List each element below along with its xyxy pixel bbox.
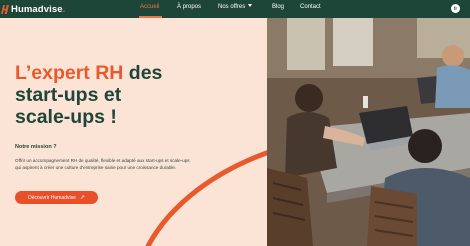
discover-button[interactable]: Découvrir Humadvise ↗ [15, 191, 98, 204]
nav-item-nos-offres-label: Nos offres [218, 4, 246, 10]
hero-title-line3: scale-ups ! [15, 106, 117, 128]
brand-logo[interactable]: Humadvise. [0, 3, 65, 15]
hero-title-accent: L’expert RH [15, 62, 124, 84]
hero-title-line2: start-ups et [15, 84, 122, 106]
nav-item-accueil[interactable]: Accueil [140, 4, 159, 10]
nav-item-contact[interactable]: Contact [300, 4, 321, 10]
arrow-right-icon: ↗ [79, 195, 85, 201]
chevron-down-icon [248, 4, 253, 7]
nav-active-indicator [139, 16, 162, 18]
language-switcher[interactable]: fr [451, 4, 460, 13]
top-navbar: Humadvise. Accueil À propos Nos offres B… [0, 0, 470, 18]
nav-item-nos-offres[interactable]: Nos offres [218, 4, 253, 10]
mission-label: Notre mission ? [15, 144, 57, 150]
discover-button-label: Découvrir Humadvise [28, 194, 76, 201]
office-scene-illustration [267, 18, 470, 246]
brand-dot: . [62, 3, 66, 15]
hero-title: L’expert RH des start-ups et scale-ups ! [15, 62, 265, 128]
humadvise-logo-icon [1, 4, 9, 14]
nav-item-blog[interactable]: Blog [272, 4, 284, 10]
nav-item-a-propos[interactable]: À propos [177, 4, 201, 10]
hero-photo [267, 18, 470, 246]
brand-name: Humadvise [11, 3, 63, 15]
hero-title-line1-rest: des [123, 62, 163, 84]
mission-text: Offrir un accompagnement RH de qualité, … [15, 158, 190, 170]
